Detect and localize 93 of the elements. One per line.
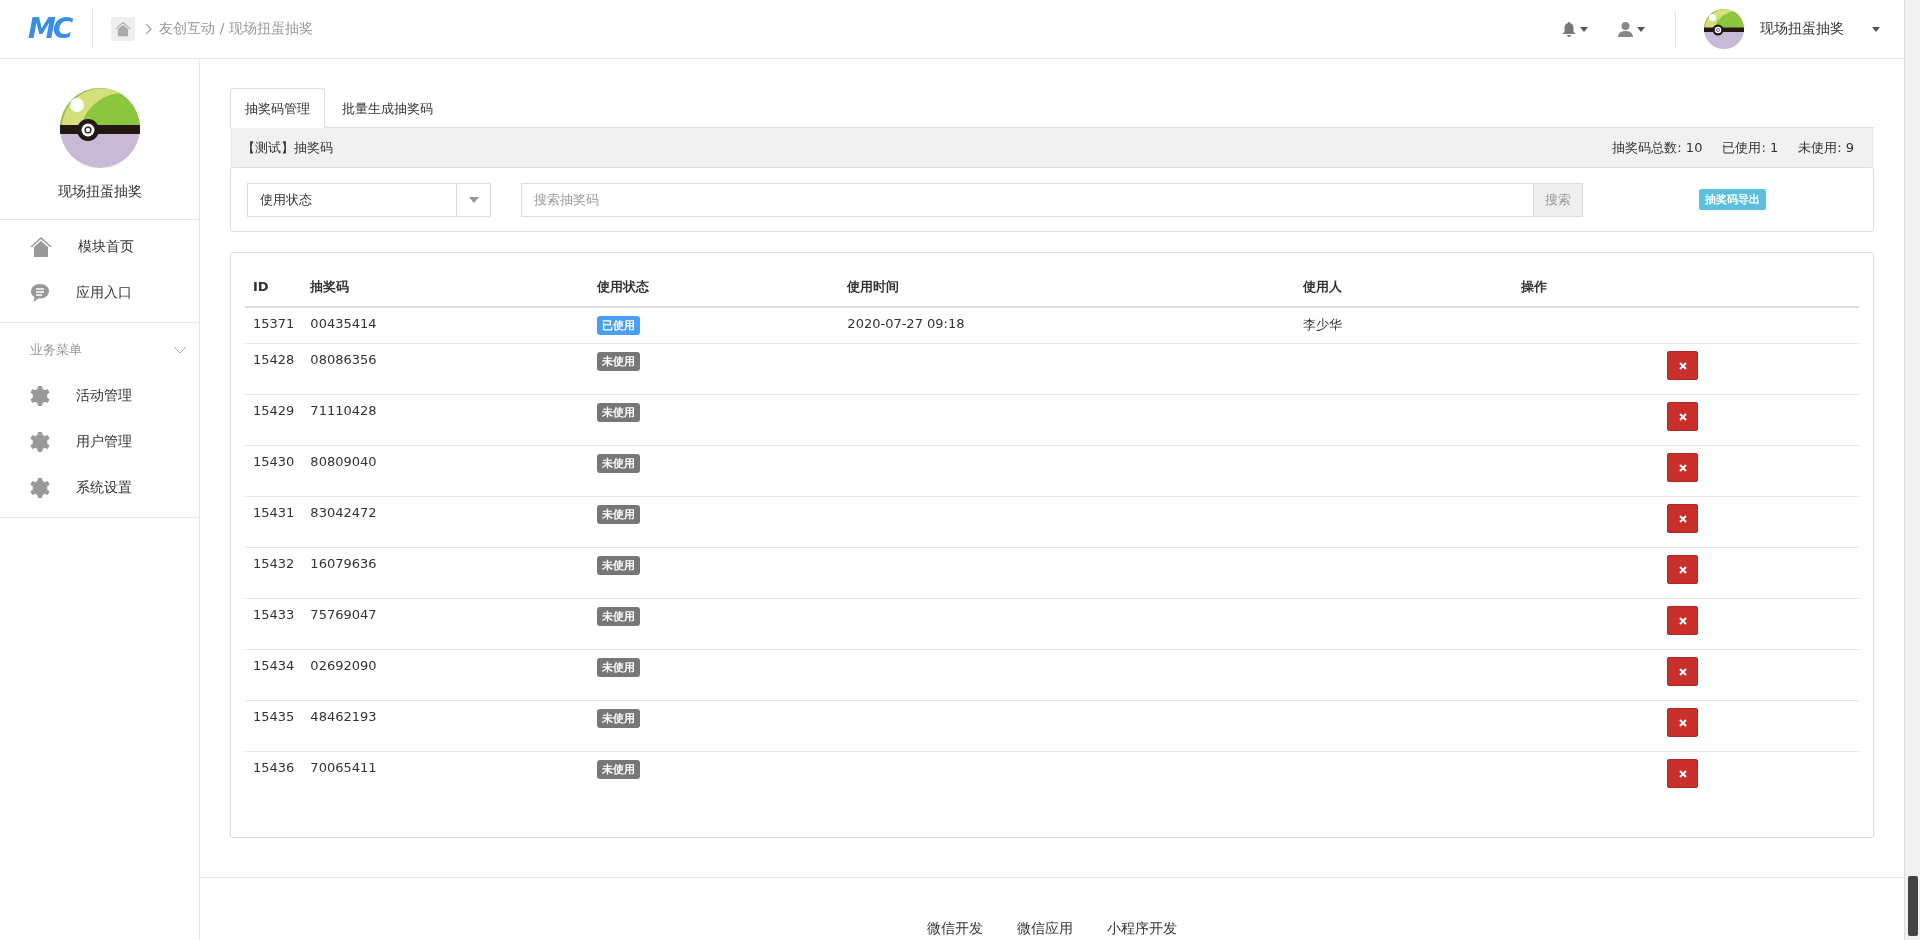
- status-badge: 未使用: [597, 505, 641, 524]
- gear-icon: [30, 478, 50, 498]
- delete-button[interactable]: [1667, 351, 1699, 380]
- close-icon: [1678, 769, 1687, 778]
- panel-title: 【测试】抽奖码: [242, 139, 333, 157]
- close-icon: [1678, 718, 1687, 727]
- status-badge: 未使用: [597, 760, 641, 779]
- table-cell: 80809040: [310, 454, 377, 469]
- table-cell: 02692090: [310, 658, 377, 673]
- delete-button[interactable]: [1667, 453, 1699, 482]
- table-cell: 75769047: [310, 607, 377, 622]
- column-header: ID: [253, 279, 269, 294]
- delete-button[interactable]: [1667, 708, 1699, 737]
- account-name[interactable]: 现场扭蛋抽奖: [1760, 20, 1844, 38]
- breadcrumb: 友创互动 / 现场扭蛋抽奖: [159, 20, 314, 38]
- stat-text: 未使用: 9: [1798, 139, 1854, 157]
- table-cell: 李少华: [1303, 317, 1343, 332]
- status-badge: 未使用: [597, 403, 641, 422]
- sidebar-item[interactable]: 活动管理: [0, 373, 199, 419]
- sidebar-item[interactable]: 用户管理: [0, 419, 199, 465]
- table-cell: 15371: [253, 316, 295, 331]
- scrollbar-thumb[interactable]: [1907, 876, 1918, 936]
- bell-icon: [1562, 21, 1576, 37]
- status-select[interactable]: 使用状态: [247, 182, 491, 217]
- status-badge: 未使用: [597, 556, 641, 575]
- stat-text: 已使用: 1: [1722, 139, 1779, 157]
- delete-button[interactable]: [1667, 402, 1699, 431]
- stat-text: 抽奖码总数: 10: [1612, 139, 1703, 157]
- footer-link[interactable]: 小程序开发: [1107, 920, 1177, 938]
- chevron-down-icon: [173, 346, 187, 354]
- footer-link[interactable]: 微信开发: [927, 920, 983, 938]
- status-badge: 未使用: [597, 352, 641, 371]
- column-header: 操作: [1521, 278, 1548, 294]
- notification-menu[interactable]: [1562, 21, 1588, 37]
- table-cell: 15435: [253, 709, 295, 724]
- table-cell: 83042472: [310, 505, 377, 520]
- table-cell: 48462193: [310, 709, 377, 724]
- caret-icon: [1580, 26, 1588, 32]
- close-icon: [1678, 667, 1687, 676]
- status-badge: 未使用: [597, 658, 641, 677]
- table-cell: 15436: [253, 760, 295, 775]
- table-cell: 00435414: [310, 316, 377, 331]
- close-icon: [1678, 463, 1687, 472]
- search-field[interactable]: 搜索抽奖码: [521, 182, 1533, 217]
- gear-icon: [30, 386, 50, 406]
- table-cell: 15430: [253, 454, 295, 469]
- table-cell: 08086356: [310, 352, 377, 367]
- status-badge: 已使用: [597, 316, 641, 335]
- home-icon: [115, 21, 132, 37]
- table-cell: 15429: [253, 403, 295, 418]
- close-icon: [1678, 565, 1687, 574]
- close-icon: [1678, 361, 1687, 370]
- table-cell: 70065411: [310, 760, 377, 775]
- table-cell: 2020-07-27 09:18: [847, 316, 965, 331]
- home-icon: [30, 236, 52, 258]
- avatar-drawing: [1704, 9, 1744, 49]
- close-icon: [1678, 412, 1687, 421]
- speech-bubble-icon: [30, 283, 50, 303]
- delete-button[interactable]: [1667, 759, 1699, 788]
- status-badge: 未使用: [597, 607, 641, 626]
- delete-button[interactable]: [1667, 504, 1699, 533]
- status-badge: 未使用: [597, 454, 641, 473]
- table-cell: 15433: [253, 607, 295, 622]
- sidebar-item[interactable]: 系统设置: [0, 465, 199, 511]
- delete-button[interactable]: [1667, 606, 1699, 635]
- close-icon: [1678, 514, 1687, 523]
- table-cell: 15434: [253, 658, 295, 673]
- table-cell: 16079636: [310, 556, 377, 571]
- chevron-right-icon: [145, 23, 154, 35]
- sidebar-item[interactable]: 应用入口: [0, 270, 199, 316]
- gear-icon: [30, 432, 50, 452]
- column-header: 使用时间: [847, 278, 900, 294]
- table-cell: 71110428: [310, 403, 377, 418]
- column-header: 使用人: [1303, 278, 1343, 294]
- footer-link[interactable]: 微信应用: [1017, 920, 1073, 938]
- table-cell: 15428: [253, 352, 295, 367]
- dropdown-caret-icon: [1872, 26, 1880, 32]
- tab[interactable]: 批量生成抽奖码: [327, 88, 448, 128]
- delete-button[interactable]: [1667, 555, 1699, 584]
- column-header: 抽奖码: [310, 278, 350, 294]
- caret-icon: [1637, 26, 1645, 32]
- column-header: 使用状态: [597, 278, 650, 294]
- table-cell: 15432: [253, 556, 295, 571]
- status-badge: 未使用: [597, 709, 641, 728]
- sidebar-item[interactable]: 模块首页: [0, 224, 199, 270]
- table-cell: 15431: [253, 505, 295, 520]
- close-icon: [1678, 616, 1687, 625]
- caret-icon: [468, 196, 479, 203]
- app-title: 现场扭蛋抽奖: [57, 183, 142, 201]
- user-icon: [1618, 21, 1633, 37]
- user-menu[interactable]: [1618, 21, 1645, 37]
- tab[interactable]: 抽奖码管理: [230, 88, 325, 128]
- delete-button[interactable]: [1667, 657, 1699, 686]
